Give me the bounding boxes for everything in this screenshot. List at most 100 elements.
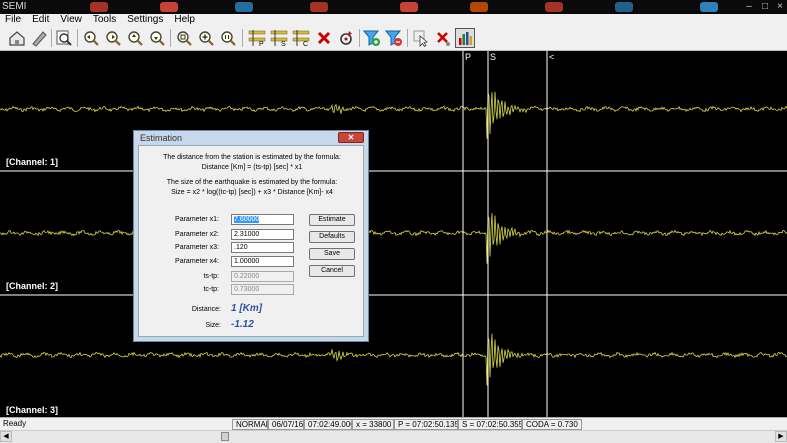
coda-marker-label: < [549,52,555,62]
pick-s-letter: S [281,41,286,47]
zoom-fit-icon [150,31,165,46]
dialog-title: Estimation [140,133,183,143]
refresh-button[interactable] [336,28,356,48]
app-title: SEMI [2,1,27,12]
taskbar-decoration [400,2,418,12]
seismogram-view[interactable]: P S < [Channel: 1] [Channel: 2] [Channel… [0,51,787,417]
s-marker-label: S [490,52,497,62]
menu-help[interactable]: Help [174,14,195,26]
menu-file[interactable]: File [5,14,21,26]
param-x1-input[interactable]: 7.60000 [231,214,294,225]
channel-1-waveform [0,91,787,139]
size-label: Size: [205,322,221,329]
zoom-fit-button[interactable] [147,28,167,48]
chart-button[interactable] [455,28,475,48]
zoom-select-button[interactable] [174,28,194,48]
status-x: x = 33800 [352,419,394,430]
cursor-button[interactable] [411,28,431,48]
cursor-icon [413,30,428,47]
menu-settings[interactable]: Settings [127,14,163,26]
param-x3-label: Parameter x3: [175,244,219,251]
close-red-icon [437,32,450,46]
scroll-left-button[interactable]: ◀ [0,431,12,442]
edit-button[interactable] [29,28,49,48]
status-time: 07:02:49.000 [304,419,352,430]
estimation-dialog: Estimation ✕ The distance from the stati… [133,130,369,342]
zoom-in-icon [84,31,99,46]
menu-edit[interactable]: Edit [32,14,49,26]
taskbar-decoration [615,2,633,12]
toolbar-separator [170,29,171,47]
taskbar-decoration [90,2,108,12]
channel-3-waveform [0,333,787,386]
taskbar-decoration [545,2,563,12]
dialog-body: The distance from the station is estimat… [138,145,364,337]
taskbar-decoration [235,2,253,12]
title-bar: SEMI – □ × [0,0,787,14]
close-view-button[interactable] [433,28,453,48]
menu-bar: File Edit View Tools Settings Help [0,14,787,26]
pick-s-icon: S [270,30,288,47]
channel-2-waveform [0,213,787,264]
menu-tools[interactable]: Tools [93,14,116,26]
seismogram-svg [0,51,787,417]
ts-tp-label: ts-tp: [203,273,219,280]
taskbar-decoration [700,2,718,12]
toolbar-separator [407,29,408,47]
info-search-icon [56,30,72,46]
info-search-button[interactable] [54,28,74,48]
status-coda: CODA = 0.730 [522,419,582,430]
home-button[interactable] [7,28,27,48]
tc-tp-input: 0.73000 [231,284,294,295]
defaults-button[interactable]: Defaults [309,231,355,243]
home-icon [9,31,25,46]
zoom-vertical-icon [128,31,143,46]
zoom-in-button[interactable] [81,28,101,48]
pick-p-icon: P [248,30,266,47]
ts-tp-input: 0.22000 [231,271,294,282]
delete-red-icon [317,31,331,45]
distance-label: Distance: [191,306,221,313]
size-formula: Size = x2 * log((tc-tp) [sec]) + x3 * Di… [171,189,333,196]
pick-coda-icon: C [292,30,310,47]
toolbar-separator [242,29,243,47]
horizontal-scrollbar[interactable]: ◀ ▶ [0,430,787,443]
menu-view[interactable]: View [60,14,82,26]
toolbar-separator [77,29,78,47]
save-button[interactable]: Save [309,248,355,260]
tc-tp-label: tc-tp: [203,286,219,293]
param-x3-input[interactable]: .120 [231,242,294,253]
estimate-button[interactable]: Estimate [309,214,355,226]
zoom-reset-button[interactable] [218,28,238,48]
dialog-close-button[interactable]: ✕ [338,132,364,143]
zoom-plus-button[interactable] [196,28,216,48]
scroll-thumb[interactable] [221,432,229,441]
channel-1-label: [Channel: 1] [6,157,59,167]
zoom-plus-icon [199,31,214,46]
close-window-button[interactable]: × [771,1,787,13]
pick-coda-letter: C [303,41,308,47]
param-x2-input[interactable]: 2.31000 [231,229,294,240]
cancel-button[interactable]: Cancel [309,265,355,277]
pick-coda-button[interactable]: C [290,28,312,48]
scroll-right-button[interactable]: ▶ [775,431,787,442]
filter-add-button[interactable] [362,28,382,48]
zoom-vertical-button[interactable] [125,28,145,48]
param-x1-value: 7.60000 [234,216,260,223]
toolbar-separator [51,29,52,47]
param-x1-label: Parameter x1: [175,216,219,223]
param-x4-input[interactable]: 1.00000 [231,256,294,267]
filter-remove-button[interactable] [384,28,404,48]
zoom-select-icon [177,31,192,46]
status-s: S = 07:02:50.355 [458,419,522,430]
delete-pick-button[interactable] [314,28,334,48]
pick-s-button[interactable]: S [268,28,290,48]
distance-formula-intro: The distance from the station is estimat… [163,154,341,161]
status-bar: Ready NORMAL 06/07/16 07:02:49.000 x = 3… [0,417,787,431]
status-mode: NORMAL [232,419,268,430]
filter-remove-icon [385,30,402,46]
size-formula-intro: The size of the earthquake is estimated … [166,179,338,186]
taskbar-decoration [310,2,328,12]
zoom-out-button[interactable] [103,28,123,48]
pick-p-button[interactable]: P [246,28,268,48]
